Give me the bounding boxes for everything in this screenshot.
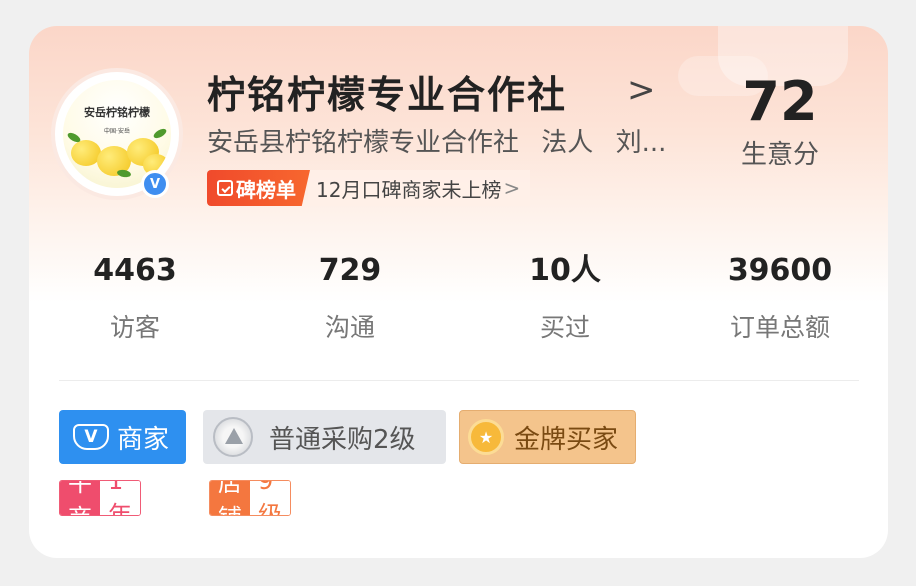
stat-label: 沟通: [324, 313, 375, 342]
gold-medal-icon: ★: [468, 419, 504, 455]
merchant-badge-label: 商家: [117, 424, 170, 455]
merchant-badge[interactable]: V 商家: [59, 410, 186, 464]
rank-status: 12月口碑商家未上榜 >: [308, 170, 531, 206]
score-value: 72: [742, 70, 818, 133]
verified-icon: V: [141, 170, 169, 198]
stat-buyers[interactable]: 10人 买过: [465, 252, 665, 344]
stat-label: 访客: [109, 313, 160, 342]
stat-label: 买过: [539, 313, 590, 342]
stat-value: 10人: [529, 253, 601, 288]
rank-banner[interactable]: 碑榜单 12月口碑商家未上榜 >: [207, 170, 531, 206]
legal-name: 刘...: [615, 128, 667, 158]
triangle-medal-icon: [213, 417, 253, 457]
verified-icon: V: [73, 424, 109, 450]
buyer-level-label: 普通采购2级: [269, 424, 416, 455]
business-score[interactable]: 72 生意分: [737, 72, 823, 171]
avatar-title: 安岳柠铭柠檬: [84, 106, 150, 119]
chevron-right-icon: >: [503, 176, 521, 200]
shop-level-badge[interactable]: 店铺 9级: [209, 480, 291, 516]
shop-profile-card: 安岳柠铭柠檬 中国·安岳 V 柠铭柠檬专业合作社 > 安岳县柠铭柠檬专业合作社 …: [29, 26, 888, 558]
gold-buyer-label: 金牌买家: [514, 424, 619, 455]
divider: [59, 380, 859, 381]
stats-row: 4463 访客 729 沟通 10人 买过 39600 订单总额: [29, 252, 888, 352]
chevron-right-icon[interactable]: >: [627, 70, 656, 110]
niu-label: 牛商: [60, 481, 100, 515]
shop-name[interactable]: 柠铭柠檬专业合作社: [207, 64, 567, 119]
company-info: 安岳县柠铭柠檬专业合作社 法人 刘...: [207, 122, 727, 159]
leaf-icon: [116, 168, 132, 179]
legal-label: 法人: [541, 128, 594, 158]
shop-label: 店铺: [210, 481, 250, 515]
stat-visitors[interactable]: 4463 访客: [35, 252, 235, 344]
gold-buyer-badge[interactable]: ★ 金牌买家: [459, 410, 636, 464]
buyer-level-badge[interactable]: 普通采购2级: [203, 410, 446, 464]
company-name: 安岳县柠铭柠檬专业合作社: [207, 128, 520, 158]
rank-status-text: 12月口碑商家未上榜: [316, 177, 502, 202]
stat-value: 4463: [93, 253, 177, 288]
shop-value: 9级: [250, 481, 290, 515]
niu-value: 1年: [100, 481, 140, 515]
stat-value: 729: [318, 253, 382, 288]
rank-badge-label: 碑榜单: [236, 177, 296, 202]
stat-label: 订单总额: [729, 313, 830, 342]
stat-value: 39600: [727, 253, 833, 288]
rank-badge: 碑榜单: [207, 170, 310, 206]
score-label: 生意分: [740, 140, 819, 170]
stat-order-total[interactable]: 39600 订单总额: [680, 252, 880, 344]
stat-chats[interactable]: 729 沟通: [250, 252, 450, 344]
checkbox-icon: [217, 180, 233, 196]
niu-merchant-badge[interactable]: 牛商 1年: [59, 480, 141, 516]
